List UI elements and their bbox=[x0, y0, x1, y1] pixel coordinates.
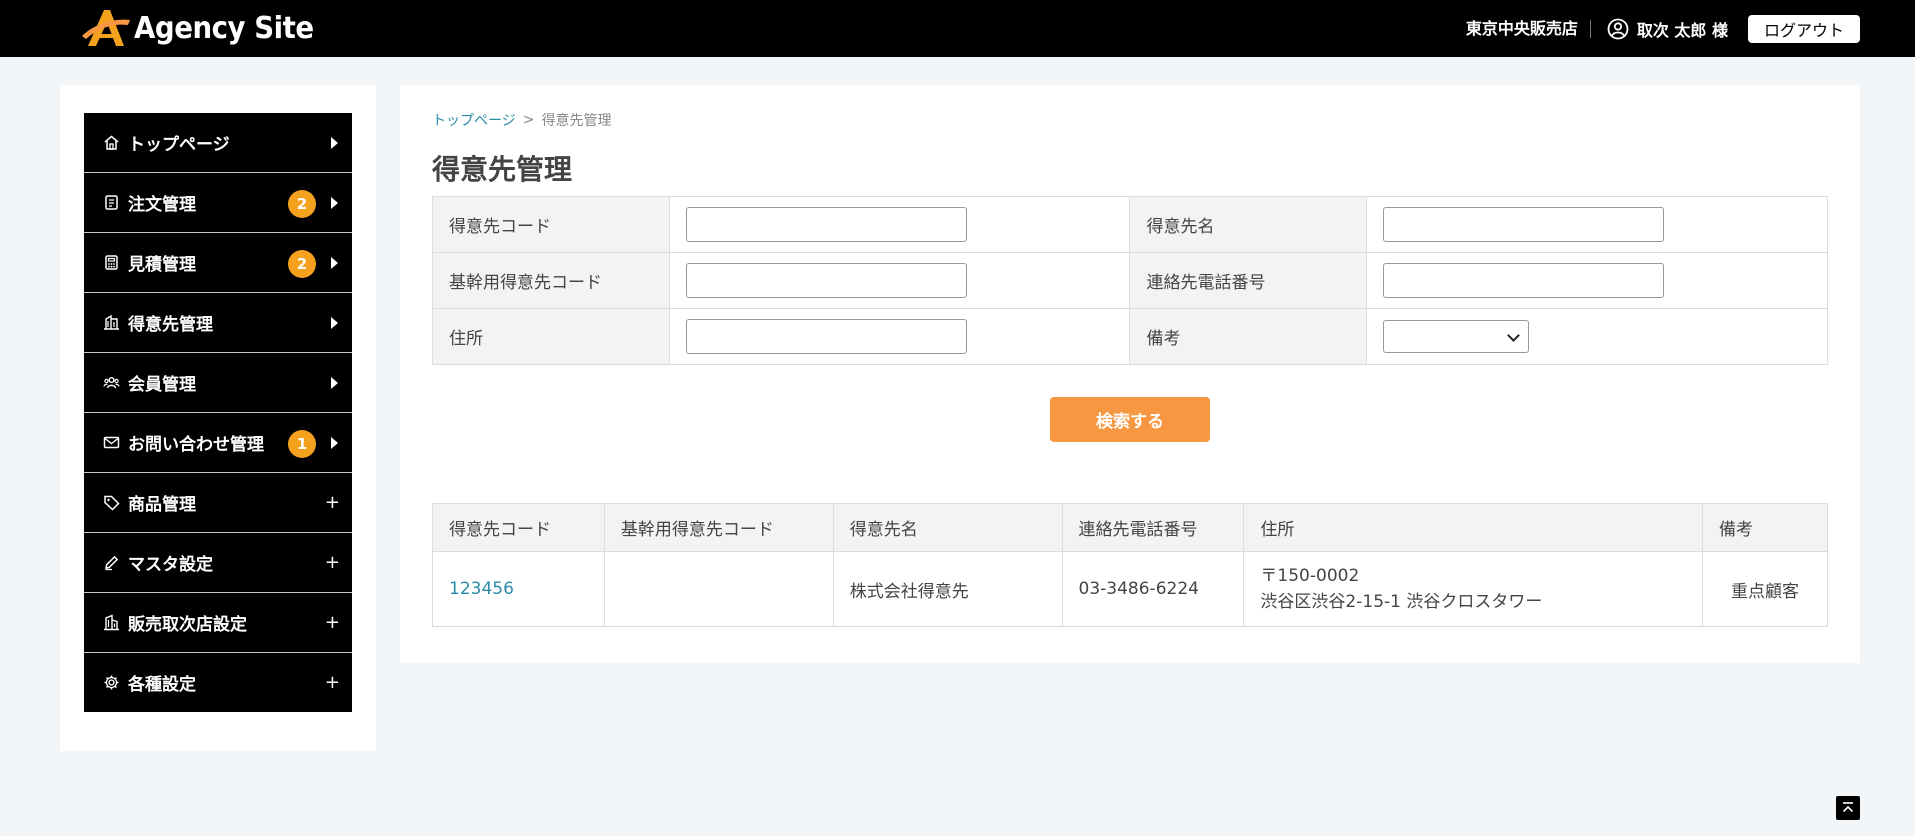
logo-text: Agency Site bbox=[134, 10, 314, 46]
sidebar-item-label: 見積管理 bbox=[128, 255, 196, 275]
phone-cell: 03-3486-6224 bbox=[1061, 551, 1245, 627]
office-icon bbox=[102, 614, 120, 632]
address-input[interactable] bbox=[685, 319, 967, 354]
mail-icon bbox=[102, 434, 120, 452]
sidebar-item-label: 販売取次店設定 bbox=[128, 615, 247, 635]
document-icon bbox=[102, 194, 120, 212]
sidebar-menu: トップページ 注文管理 2 見積管理 2 得意先管理 会員管理 お問い合わせ管理 1 商品管理 + マ… bbox=[84, 113, 352, 712]
calculator-icon bbox=[102, 254, 120, 272]
caret-right-icon bbox=[331, 196, 338, 209]
core-code-cell bbox=[603, 551, 834, 627]
top-header: Agency Site 東京中央販売店 取次 太郎 様 ログアウト bbox=[0, 0, 1915, 57]
sidebar-item-label: お問い合わせ管理 bbox=[128, 435, 264, 455]
breadcrumb-separator: > bbox=[522, 112, 535, 128]
home-icon bbox=[102, 134, 120, 152]
column-header: 住所 bbox=[1243, 503, 1704, 552]
sidebar-item-8[interactable]: 販売取次店設定 + bbox=[84, 593, 352, 653]
pencil-icon bbox=[102, 554, 120, 572]
sidebar-item-label: 得意先管理 bbox=[128, 315, 213, 335]
user-info[interactable]: 取次 太郎 様 bbox=[1607, 17, 1728, 41]
column-header: 備考 bbox=[1702, 503, 1828, 552]
remarks-select[interactable] bbox=[1383, 320, 1530, 353]
sidebar-item-label: マスタ設定 bbox=[128, 555, 213, 575]
sidebar-item-label: 各種設定 bbox=[128, 675, 196, 695]
sidebar-item-2[interactable]: 見積管理 2 bbox=[84, 233, 352, 293]
remarks-cell: 重点顧客 bbox=[1702, 551, 1828, 627]
gear-icon bbox=[102, 674, 120, 692]
logo-mark-icon bbox=[82, 10, 130, 46]
shop-name: 東京中央販売店 bbox=[1466, 19, 1591, 38]
scroll-to-top-button[interactable] bbox=[1836, 796, 1860, 820]
column-header: 連絡先電話番号 bbox=[1061, 503, 1245, 552]
column-header: 得意先コード bbox=[432, 503, 605, 552]
customer-code-input[interactable] bbox=[685, 207, 967, 242]
arrow-up-icon bbox=[1842, 802, 1854, 813]
breadcrumb-current: 得意先管理 bbox=[541, 113, 612, 129]
search-button[interactable]: 検索する bbox=[1050, 397, 1210, 442]
sidebar-item-5[interactable]: お問い合わせ管理 1 bbox=[84, 413, 352, 473]
sidebar-item-7[interactable]: マスタ設定 + bbox=[84, 533, 352, 593]
plus-icon[interactable]: + bbox=[325, 552, 340, 574]
sidebar-item-1[interactable]: 注文管理 2 bbox=[84, 173, 352, 233]
user-name: 取次 太郎 様 bbox=[1636, 20, 1728, 40]
building-icon bbox=[102, 314, 120, 332]
breadcrumb: トップページ > 得意先管理 bbox=[432, 110, 611, 130]
tag-icon bbox=[102, 494, 120, 512]
results-table: 得意先コード 基幹用得意先コード 得意先名 連絡先電話番号 住所 備考 123456 株式会… bbox=[432, 503, 1828, 627]
address-label: 住所 bbox=[432, 308, 670, 365]
plus-icon[interactable]: + bbox=[325, 612, 340, 634]
remarks-label: 備考 bbox=[1129, 308, 1368, 365]
caret-right-icon bbox=[331, 376, 338, 389]
sidebar-item-label: トップページ bbox=[128, 135, 230, 155]
sidebar-item-label: 商品管理 bbox=[128, 495, 196, 515]
breadcrumb-home-link[interactable]: トップページ bbox=[432, 110, 516, 130]
caret-right-icon bbox=[331, 316, 338, 329]
logout-button[interactable]: ログアウト bbox=[1748, 14, 1860, 43]
core-code-label: 基幹用得意先コード bbox=[432, 252, 670, 309]
caret-right-icon bbox=[331, 256, 338, 269]
column-header: 基幹用得意先コード bbox=[603, 503, 834, 552]
header-user-area: 東京中央販売店 取次 太郎 様 ログアウト bbox=[1466, 0, 1860, 57]
chevron-down-icon bbox=[1507, 329, 1521, 342]
sidebar-item-0[interactable]: トップページ bbox=[84, 113, 352, 173]
plus-icon[interactable]: + bbox=[325, 492, 340, 514]
sidebar-item-4[interactable]: 会員管理 bbox=[84, 353, 352, 413]
site-logo[interactable]: Agency Site bbox=[80, 6, 329, 50]
notification-badge: 2 bbox=[288, 190, 316, 218]
address-postal-code: 〒150-0002 bbox=[1260, 566, 1360, 586]
sidebar-item-9[interactable]: 各種設定 + bbox=[84, 653, 352, 712]
address-street: 渋谷区渋谷2-15-1 渋谷クロスタワー bbox=[1260, 592, 1543, 612]
sidebar-item-label: 会員管理 bbox=[128, 375, 196, 395]
sidebar-item-3[interactable]: 得意先管理 bbox=[84, 293, 352, 353]
sidebar-item-6[interactable]: 商品管理 + bbox=[84, 473, 352, 533]
notification-badge: 2 bbox=[288, 250, 316, 278]
results-header-row: 得意先コード 基幹用得意先コード 得意先名 連絡先電話番号 住所 備考 bbox=[432, 503, 1828, 552]
customer-name-input[interactable] bbox=[1383, 207, 1665, 242]
customer-code-link[interactable]: 123456 bbox=[432, 551, 605, 627]
caret-right-icon bbox=[331, 136, 338, 149]
customer-name-cell: 株式会社得意先 bbox=[832, 551, 1063, 627]
table-row: 123456 株式会社得意先 03-3486-6224 〒150-0002 渋谷区渋谷2… bbox=[432, 551, 1828, 627]
search-form: 得意先コード 得意先名 基幹用得意先コード 連絡先電話番号 住所 備考 bbox=[432, 196, 1828, 365]
address-cell: 〒150-0002 渋谷区渋谷2-15-1 渋谷クロスタワー bbox=[1243, 551, 1704, 627]
customer-name-label: 得意先名 bbox=[1129, 196, 1368, 253]
notification-badge: 1 bbox=[288, 430, 316, 458]
caret-right-icon bbox=[331, 436, 338, 449]
page-title: 得意先管理 bbox=[432, 153, 573, 186]
phone-label: 連絡先電話番号 bbox=[1129, 252, 1368, 309]
user-circle-icon bbox=[1607, 18, 1629, 39]
core-code-input[interactable] bbox=[685, 263, 967, 298]
phone-input[interactable] bbox=[1383, 263, 1665, 298]
users-icon bbox=[102, 374, 120, 392]
column-header: 得意先名 bbox=[832, 503, 1063, 552]
customer-code-label: 得意先コード bbox=[432, 196, 670, 253]
plus-icon[interactable]: + bbox=[325, 672, 340, 694]
sidebar-item-label: 注文管理 bbox=[128, 195, 196, 215]
